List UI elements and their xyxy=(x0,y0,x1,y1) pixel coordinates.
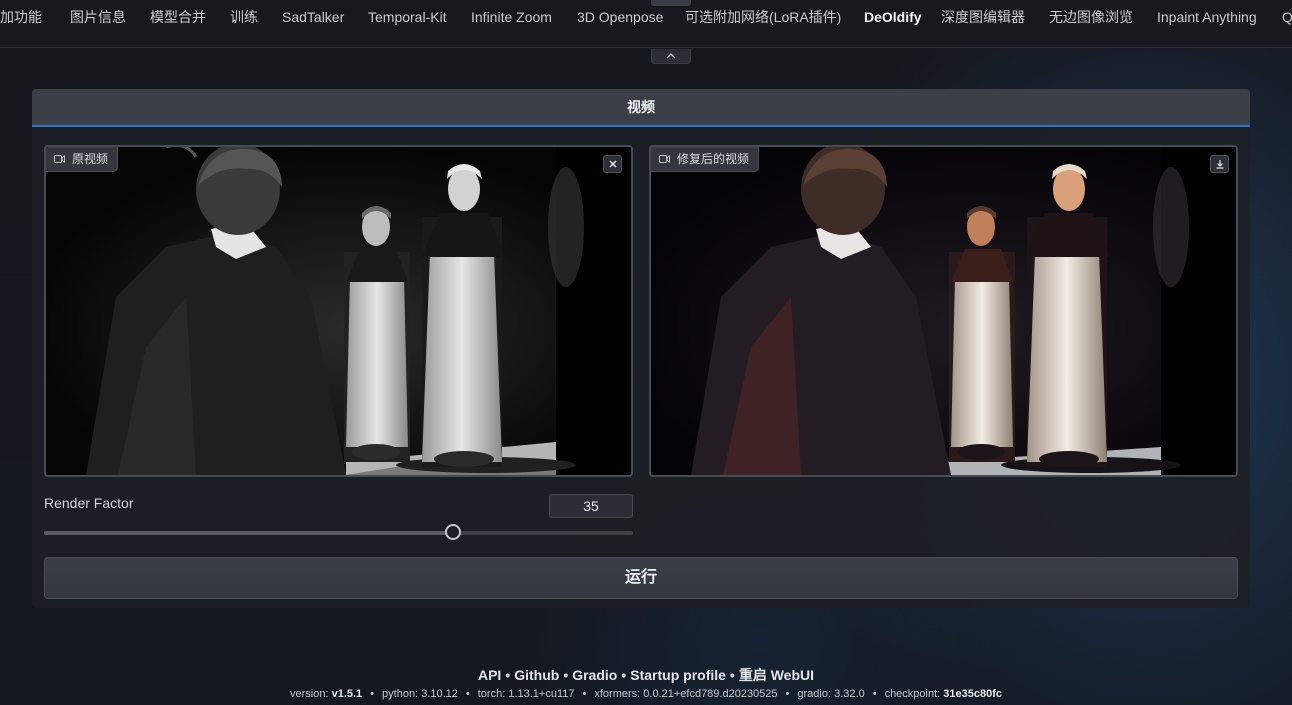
tab-checkpoint-merger[interactable]: 模型合并 xyxy=(150,8,206,26)
tab-infinite-image-browsing[interactable]: 无边图像浏览 xyxy=(1049,8,1133,26)
video-camera-icon xyxy=(54,155,65,163)
footer-separator: • xyxy=(563,667,569,683)
footer-link-github[interactable]: Github xyxy=(514,667,559,683)
footer-versions: version: v1.5.1 • python: 3.10.12 • torch: 1… xyxy=(0,688,1292,700)
output-video-label: 修复后的视频 xyxy=(651,147,760,172)
footer-separator: • xyxy=(729,667,735,683)
render-factor-thumb[interactable] xyxy=(444,524,461,540)
tab-video[interactable]: 视频 xyxy=(32,89,1250,127)
torch-value: 1.13.1+cu117 xyxy=(508,688,575,700)
version-value: v1.5.1 xyxy=(331,688,363,700)
tab-additional-networks[interactable]: 可选附加网络(LoRA插件) xyxy=(685,8,841,26)
chevron-up-icon xyxy=(666,53,676,59)
version-key: version: xyxy=(289,688,329,700)
input-video-frame xyxy=(46,147,631,475)
checkpoint-value: 31e35c80fc xyxy=(943,688,1003,700)
render-factor-label: Render Factor xyxy=(44,495,134,511)
footer-dot: • xyxy=(785,688,790,700)
tab-png-info[interactable]: 图片信息 xyxy=(70,8,126,26)
footer-dot: • xyxy=(370,688,375,700)
tab-temporal-kit[interactable]: Temporal-Kit xyxy=(368,8,447,26)
tab-infinite-zoom[interactable]: Infinite Zoom xyxy=(471,8,552,26)
input-video-title: 原视频 xyxy=(72,152,109,166)
gradio-key: gradio: xyxy=(797,688,832,700)
clear-video-button[interactable] xyxy=(603,155,622,173)
top-tab-bar: 加功能 图片信息 模型合并 训练 SadTalker Temporal-Kit … xyxy=(0,0,1292,48)
scroll-notch xyxy=(651,0,691,6)
output-video-title: 修复后的视频 xyxy=(677,152,750,166)
output-video-frame xyxy=(651,147,1236,475)
python-value: 3.10.12 xyxy=(421,688,458,700)
footer-dot: • xyxy=(465,688,470,700)
footer-dot: • xyxy=(872,688,877,700)
render-factor-input[interactable]: 35 xyxy=(549,494,633,518)
output-video[interactable]: 修复后的视频 xyxy=(649,145,1238,477)
footer-separator: • xyxy=(621,667,627,683)
tab-train[interactable]: 训练 xyxy=(230,8,258,26)
tab-deoldify[interactable]: DeOldify xyxy=(864,8,922,26)
torch-key: torch: xyxy=(477,688,506,700)
tab-3d-openpose[interactable]: 3D Openpose xyxy=(577,8,663,26)
download-icon xyxy=(1216,160,1224,169)
run-button[interactable]: 运行 xyxy=(44,557,1238,599)
checkpoint-key: checkpoint: xyxy=(884,688,941,700)
footer-dot: • xyxy=(582,688,587,700)
input-video[interactable]: 原视频 xyxy=(44,145,633,477)
footer-link-reload-webui[interactable]: 重启 WebUI xyxy=(739,667,814,683)
tab-extras[interactable]: 加功能 xyxy=(0,8,42,26)
tab-overflow[interactable]: Q xyxy=(1282,8,1292,26)
input-video-label: 原视频 xyxy=(46,147,119,172)
footer-link-api[interactable]: API xyxy=(478,667,501,683)
close-icon xyxy=(609,160,617,168)
footer-separator: • xyxy=(505,667,511,683)
collapse-toggle-button[interactable] xyxy=(651,49,691,64)
xformers-value: 0.0.21+efcd789.d20230525 xyxy=(643,688,778,700)
python-key: python: xyxy=(382,688,419,700)
footer-link-gradio[interactable]: Gradio xyxy=(572,667,617,683)
xformers-key: xformers: xyxy=(594,688,641,700)
gradio-value: 3.32.0 xyxy=(834,688,865,700)
tab-sadtalker[interactable]: SadTalker xyxy=(282,8,344,26)
render-factor-fill xyxy=(44,531,453,535)
footer-links: API • Github • Gradio • Startup profile • 重启 Web… xyxy=(0,665,1292,685)
render-factor-track[interactable] xyxy=(44,531,633,535)
download-video-button[interactable] xyxy=(1210,155,1229,173)
tab-depth-editor[interactable]: 深度图编辑器 xyxy=(941,8,1025,26)
footer-link-startup-profile[interactable]: Startup profile xyxy=(630,667,726,683)
video-camera-icon xyxy=(659,155,670,163)
tab-inpaint-anything[interactable]: Inpaint Anything xyxy=(1157,8,1257,26)
